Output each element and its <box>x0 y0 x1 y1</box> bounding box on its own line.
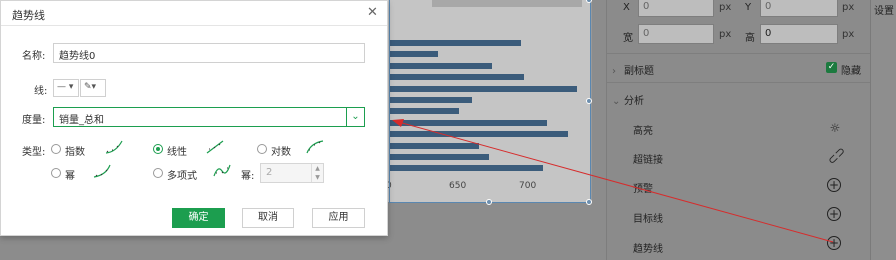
line-style-dropdown[interactable]: — ▾ <box>53 79 79 97</box>
power-radio[interactable] <box>51 168 61 178</box>
close-icon[interactable]: ✕ <box>367 5 378 20</box>
cancel-button[interactable]: 取消 <box>242 208 294 228</box>
linear-curve-icon <box>206 140 224 154</box>
exponential-label: 指数 <box>65 147 85 158</box>
annotation-arrow-line <box>394 120 834 243</box>
dialog-title: 趋势线 <box>12 9 45 22</box>
apply-button[interactable]: 应用 <box>312 208 365 228</box>
logarithmic-label: 对数 <box>271 147 291 158</box>
ok-button[interactable]: 确定 <box>172 208 225 228</box>
power-value-label: 幂: <box>241 171 255 182</box>
logarithmic-radio[interactable] <box>257 144 267 154</box>
polynomial-curve-icon <box>213 164 231 177</box>
line-label: 线: <box>34 86 48 97</box>
measure-select[interactable]: 销量_总和 ⌄ <box>53 107 365 127</box>
exponential-radio[interactable] <box>51 144 61 154</box>
name-input[interactable]: 趋势线0 <box>53 43 365 63</box>
chevron-down-icon[interactable]: ⌄ <box>346 108 364 126</box>
pen-icon: ✎ <box>84 82 92 92</box>
trend-line-dialog: 趋势线 ✕ 名称: 趋势线0 线: — ▾ ✎▾ 度量: 销量_总和 ⌄ 类型:… <box>0 0 388 236</box>
linear-radio[interactable] <box>153 144 163 154</box>
power-curve-icon <box>93 164 111 178</box>
exponential-curve-icon <box>105 140 123 154</box>
type-label: 类型: <box>22 147 46 158</box>
annotation-arrow-head <box>392 119 404 127</box>
polynomial-radio[interactable] <box>153 168 163 178</box>
line-color-dropdown[interactable]: ✎▾ <box>80 79 106 97</box>
linear-label: 线性 <box>167 147 187 158</box>
power-stepper[interactable]: ▲ ▼ <box>311 164 323 182</box>
power-label: 幂 <box>65 171 75 182</box>
dialog-header-divider <box>1 25 387 26</box>
measure-value: 销量_总和 <box>59 115 104 126</box>
polynomial-label: 多项式 <box>167 171 197 182</box>
measure-label: 度量: <box>22 115 46 126</box>
name-label: 名称: <box>22 51 46 62</box>
logarithmic-curve-icon <box>306 140 324 154</box>
